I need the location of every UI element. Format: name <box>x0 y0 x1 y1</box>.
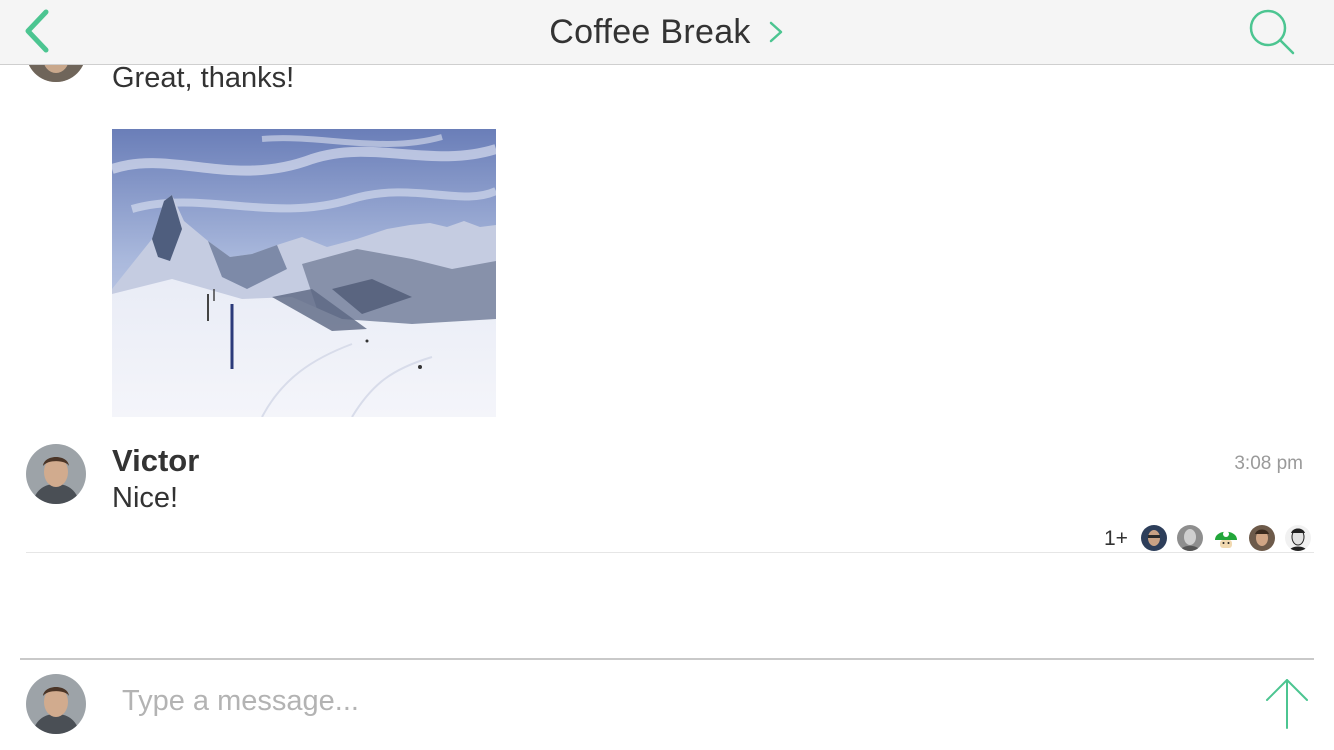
search-button[interactable] <box>1244 4 1300 60</box>
arrow-up-icon <box>1266 679 1308 729</box>
message-text: Great, thanks! <box>112 62 295 94</box>
conversation-title-button[interactable]: Coffee Break <box>0 0 1334 64</box>
message-input[interactable] <box>112 676 1252 726</box>
message-text: Nice! <box>112 482 179 514</box>
current-user-avatar[interactable] <box>26 674 86 734</box>
message-divider <box>26 552 1314 553</box>
reader-avatar <box>1249 525 1275 551</box>
chat-screen: Coffee Break Great, thanks! Victor 3:08 … <box>0 0 1334 750</box>
reader-avatar <box>1285 525 1311 551</box>
reader-avatar <box>1141 525 1167 551</box>
navigation-bar: Coffee Break <box>0 0 1334 65</box>
chevron-right-icon <box>769 21 782 43</box>
message-timestamp: 3:08 pm <box>1234 453 1303 474</box>
read-count: 1+ <box>1104 527 1128 550</box>
send-button[interactable] <box>1262 676 1312 732</box>
sender-name: Victor <box>112 443 200 478</box>
reader-avatar <box>1177 525 1203 551</box>
search-icon <box>1249 9 1295 55</box>
sender-avatar[interactable] <box>26 444 86 504</box>
composer-divider <box>20 658 1314 660</box>
reader-avatar <box>1213 525 1239 551</box>
read-receipts[interactable]: 1+ <box>1100 524 1316 554</box>
page-title: Coffee Break <box>549 12 751 51</box>
message-photo[interactable] <box>112 129 496 417</box>
